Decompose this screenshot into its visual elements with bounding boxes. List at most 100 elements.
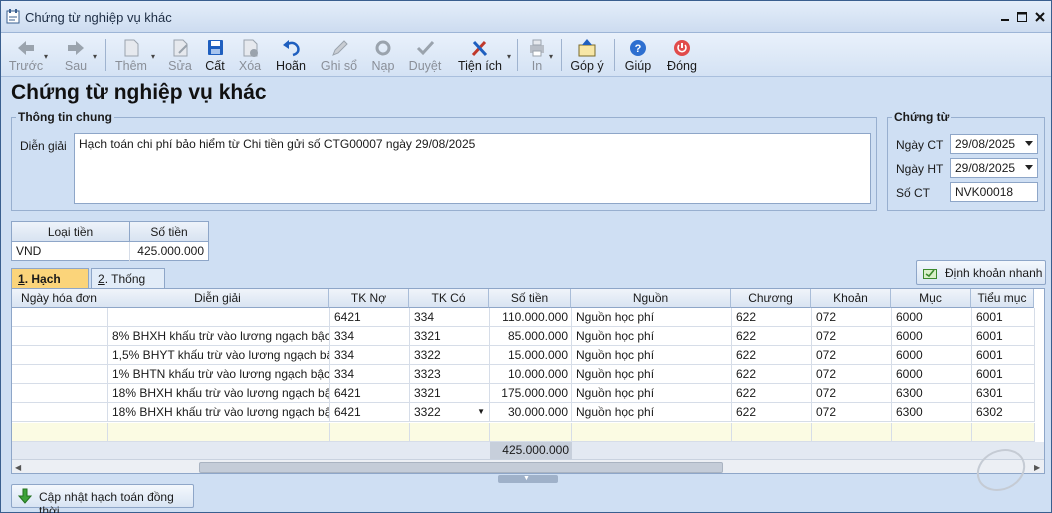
currency-cell[interactable]: VND — [12, 242, 130, 262]
tab-accounting[interactable]: 1. Hạch toán — [11, 268, 89, 300]
defer-button[interactable]: Hoãn — [274, 35, 308, 75]
panel-splitter[interactable]: ▼ — [498, 475, 558, 483]
cell-debit-account[interactable]: 6421 — [330, 403, 410, 422]
cell-amount[interactable]: 110.000.000 — [490, 308, 572, 327]
cell-item[interactable]: 6000 — [892, 308, 972, 327]
cell-item[interactable]: 6000 — [892, 365, 972, 384]
utilities-button[interactable]: Tiện ích ▾ — [457, 35, 511, 75]
cell-invoice-date[interactable] — [12, 308, 108, 327]
column-header-debit-account[interactable]: TK Nợ — [329, 289, 409, 308]
posting-date-field[interactable]: 29/08/2025 — [950, 158, 1038, 178]
cell-debit-account[interactable]: 334 — [330, 365, 410, 384]
prev-button[interactable]: Trước ▾ — [7, 35, 48, 75]
approve-button[interactable]: Duyệt — [407, 35, 443, 75]
help-button[interactable]: ? Giúp — [621, 35, 655, 75]
cell-credit-account[interactable]: 3323 — [410, 365, 490, 384]
column-header-description[interactable]: Diễn giải — [107, 289, 329, 308]
delete-button[interactable]: Xóa — [235, 35, 265, 75]
cell-amount[interactable]: 175.000.000 — [490, 384, 572, 403]
cell-sub-item[interactable]: 6301 — [972, 384, 1035, 403]
chevron-down-icon[interactable] — [1025, 165, 1033, 170]
chevron-down-icon[interactable]: ▾ — [507, 52, 511, 61]
cell-item[interactable]: 6300 — [892, 403, 972, 422]
cell-credit-account[interactable]: 334 — [410, 308, 490, 327]
cell-section[interactable]: 072 — [812, 384, 892, 403]
column-header-invoice-date[interactable]: Ngày hóa đơn — [12, 289, 108, 308]
edit-button[interactable]: Sửa — [165, 35, 195, 75]
column-header-source[interactable]: Nguồn — [571, 289, 731, 308]
cell-source[interactable]: Nguồn học phí — [572, 384, 732, 403]
new-cell-item[interactable] — [892, 423, 972, 442]
new-cell-debit-account[interactable] — [330, 423, 410, 442]
update-accounting-button[interactable]: Cập nhật hạch toán đồng thời — [11, 484, 194, 513]
chevron-down-icon[interactable] — [1025, 141, 1033, 146]
column-header-credit-account[interactable]: TK Có — [409, 289, 489, 308]
cell-source[interactable]: Nguồn học phí — [572, 327, 732, 346]
column-header-item[interactable]: Mục — [891, 289, 971, 308]
cell-source[interactable]: Nguồn học phí — [572, 346, 732, 365]
chevron-down-icon[interactable]: ▾ — [151, 52, 155, 61]
cell-debit-account[interactable]: 6421 — [330, 384, 410, 403]
cell-sub-item[interactable]: 6001 — [972, 346, 1035, 365]
cell-debit-account[interactable]: 6421 — [330, 308, 410, 327]
close-button[interactable]: Đóng — [664, 35, 700, 75]
cell-sub-item[interactable]: 6001 — [972, 365, 1035, 384]
cell-section[interactable]: 072 — [812, 327, 892, 346]
column-header-amount[interactable]: Số tiền — [489, 289, 571, 308]
cell-source[interactable]: Nguồn học phí — [572, 403, 732, 422]
new-cell-source[interactable] — [572, 423, 732, 442]
cell-credit-account[interactable]: 3322 — [410, 346, 490, 365]
cell-description[interactable]: 1,5% BHYT khấu trừ vào lương ngạch bậc — [108, 346, 330, 365]
cell-section[interactable]: 072 — [812, 308, 892, 327]
horizontal-scrollbar[interactable]: ◀ ▶ — [12, 459, 1044, 473]
cell-sub-item[interactable]: 6302 — [972, 403, 1035, 422]
cell-invoice-date[interactable] — [12, 365, 108, 384]
cell-invoice-date[interactable] — [12, 384, 108, 403]
scroll-right-icon[interactable]: ▶ — [1034, 463, 1040, 472]
minimize-icon[interactable] — [997, 9, 1013, 25]
cell-chapter[interactable]: 622 — [732, 308, 812, 327]
cell-chapter[interactable]: 622 — [732, 327, 812, 346]
reload-button[interactable]: Nạp — [368, 35, 398, 75]
cell-credit-account[interactable]: 3322 ▼ — [410, 403, 490, 422]
cell-section[interactable]: 072 — [812, 346, 892, 365]
quick-entry-button[interactable]: Định khoản nhanh — [916, 260, 1046, 285]
cell-description[interactable]: 1% BHTN khấu trừ vào lương ngạch bậc — [108, 365, 330, 384]
cell-invoice-date[interactable] — [12, 403, 108, 422]
new-cell-sub-item[interactable] — [972, 423, 1035, 442]
cell-section[interactable]: 072 — [812, 365, 892, 384]
chevron-down-icon[interactable]: ▾ — [549, 52, 553, 61]
description-field[interactable]: Hạch toán chi phí bảo hiểm từ Chi tiền g… — [74, 133, 871, 204]
amount-cell[interactable]: 425.000.000 — [130, 242, 208, 262]
cell-debit-account[interactable]: 334 — [330, 327, 410, 346]
new-cell-section[interactable] — [812, 423, 892, 442]
chevron-down-icon[interactable]: ▾ — [44, 52, 48, 61]
cell-invoice-date[interactable] — [12, 346, 108, 365]
cell-description[interactable]: 18% BHXH khấu trừ vào lương ngạch bậc — [108, 403, 330, 422]
cell-invoice-date[interactable] — [12, 327, 108, 346]
cell-amount[interactable]: 10.000.000 — [490, 365, 572, 384]
cell-item[interactable]: 6000 — [892, 327, 972, 346]
new-cell-credit-account[interactable] — [410, 423, 490, 442]
cell-amount[interactable]: 15.000.000 — [490, 346, 572, 365]
cell-description[interactable]: 8% BHXH khấu trừ vào lương ngạch bậc — [108, 327, 330, 346]
cell-sub-item[interactable]: 6001 — [972, 308, 1035, 327]
cell-credit-account[interactable]: 3321 — [410, 327, 490, 346]
cell-chapter[interactable]: 622 — [732, 403, 812, 422]
cell-amount[interactable]: 85.000.000 — [490, 327, 572, 346]
new-cell-chapter[interactable] — [732, 423, 812, 442]
new-cell-invoice-date[interactable] — [12, 423, 108, 442]
next-button[interactable]: Sau ▾ — [59, 35, 97, 75]
scrollbar-thumb[interactable] — [199, 462, 723, 473]
close-icon[interactable] — [1032, 9, 1048, 25]
new-cell-amount[interactable] — [490, 423, 572, 442]
cell-item[interactable]: 6300 — [892, 384, 972, 403]
save-button[interactable]: Cất — [200, 35, 230, 75]
cell-chapter[interactable]: 622 — [732, 346, 812, 365]
chevron-down-icon[interactable]: ▾ — [93, 52, 97, 61]
tab-statistics[interactable]: 2. Thống kê — [91, 268, 165, 300]
column-header-chapter[interactable]: Chương — [731, 289, 811, 308]
maximize-icon[interactable] — [1014, 9, 1030, 25]
feedback-button[interactable]: Góp ý — [567, 35, 607, 75]
cell-chapter[interactable]: 622 — [732, 384, 812, 403]
